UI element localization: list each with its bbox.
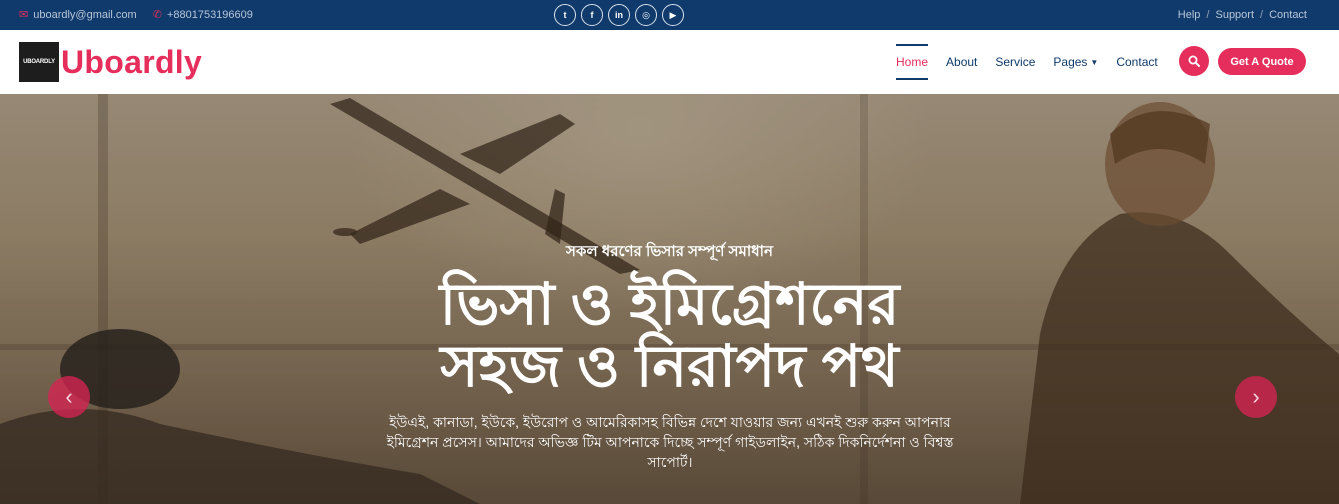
contact-link[interactable]: Contact [1269,9,1307,21]
phone-icon: ✆ [152,8,162,21]
hero-title-line-2: সহজ ও নিরাপদ পথ [440,334,899,399]
nav-item-about[interactable]: About [946,44,977,80]
instagram-icon[interactable]: ◎ [635,4,657,26]
hero-slider: সকল ধরণের ভিসার সম্পূর্ণ সমাধান ভিসা ও ই… [0,94,1339,504]
link-separator: / [1206,9,1210,21]
chevron-left-icon: ‹ [65,384,73,409]
email-text: uboardly@gmail.com [33,9,137,21]
contact-info: ✉ uboardly@gmail.com ✆ +8801753196609 [19,0,253,30]
top-links: Help / Support / Contact [1178,0,1307,30]
envelope-icon: ✉ [19,8,29,21]
hero-title: ভিসা ও ইমিগ্রেশনের সহজ ও নিরাপদ পথ [0,274,1339,398]
nav-item-pages[interactable]: Pages ▼ [1053,44,1098,80]
slider-next-button[interactable]: › [1235,376,1277,418]
top-bar: ✉ uboardly@gmail.com ✆ +8801753196609 t … [0,0,1339,30]
hero-subtitle: সকল ধরণের ভিসার সম্পূর্ণ সমাধান [566,243,773,260]
chevron-right-icon: › [1252,384,1260,409]
nav-item-service[interactable]: Service [995,44,1035,80]
phone-text: +8801753196609 [166,9,253,21]
hero-description: ইউএই, কানাডা, ইউকে, ইউরোপ ও আমেরিকাসহ বি… [386,414,954,470]
logo-text: Uboardly [61,43,203,80]
nav-menu: Home About Service Pages ▼ Contact [896,30,1176,94]
search-button[interactable] [1179,46,1209,76]
nav-item-home[interactable]: Home [896,44,929,80]
twitter-icon[interactable]: t [554,4,576,26]
search-icon [1188,55,1200,67]
help-link[interactable]: Help [1178,9,1201,21]
email-contact[interactable]: ✉ uboardly@gmail.com [19,9,137,21]
site-logo[interactable]: UBOARDLY Uboardly [19,42,202,82]
phone-contact[interactable]: ✆ +8801753196609 [153,9,253,21]
youtube-icon[interactable]: ▶ [662,4,684,26]
support-link[interactable]: Support [1215,9,1254,21]
slider-prev-button[interactable]: ‹ [48,376,90,418]
chevron-down-icon: ▼ [1090,57,1099,67]
nav-item-pages-label: Pages [1053,55,1088,69]
linkedin-icon[interactable]: in [608,4,630,26]
logo-badge: UBOARDLY [19,42,59,82]
hero-title-line-1: ভিসা ও ইমিগ্রেশনের [439,272,900,337]
nav-item-contact[interactable]: Contact [1116,44,1157,80]
main-navbar: UBOARDLY Uboardly Home About Service Pag… [0,30,1339,94]
get-a-quote-button[interactable]: Get A Quote [1218,48,1306,75]
social-links: t f in ◎ ▶ [554,4,684,26]
link-separator: / [1260,9,1264,21]
facebook-icon[interactable]: f [581,4,603,26]
